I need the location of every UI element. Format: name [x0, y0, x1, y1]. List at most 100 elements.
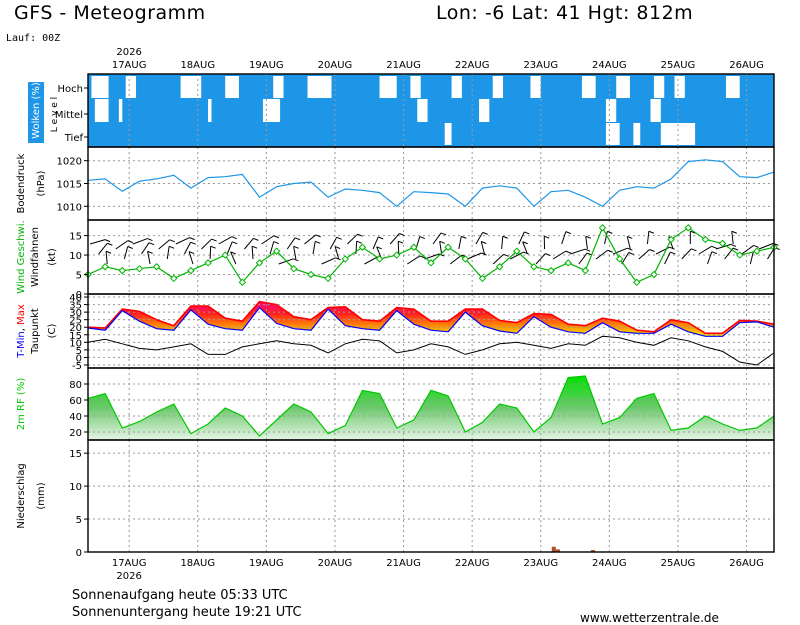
- wind-barb-feather: [293, 258, 299, 262]
- date-label-top: 26AUG: [729, 60, 764, 71]
- y-tick-label: 0: [76, 548, 82, 559]
- wind-barb-feather: [211, 238, 217, 242]
- wind-barbs-axis-label: Windfahnen: [30, 227, 41, 287]
- wind-barb-feather: [315, 240, 321, 244]
- wind-barb-feather: [168, 245, 175, 249]
- date-label-bottom: 26AUG: [729, 558, 764, 569]
- year-label-bottom: 2026: [116, 571, 141, 582]
- date-label-top: 24AUG: [592, 60, 627, 71]
- wind-barb-feather: [565, 231, 572, 235]
- y-tick-label: 40: [69, 412, 82, 423]
- precip-unit-label: (mm): [36, 482, 47, 509]
- y-tick-label: 15: [69, 232, 82, 243]
- wind-barb: [626, 236, 631, 250]
- temperature-unit-label: (C): [47, 324, 58, 339]
- wind-barb: [147, 251, 151, 265]
- cloud-clear-patch: [530, 76, 541, 98]
- y-tick-label: 1020: [57, 157, 82, 168]
- cloud-clear-patch: [208, 99, 212, 122]
- wind-speed-point: [564, 259, 572, 267]
- wind-barb-feather: [731, 230, 737, 234]
- wind-barb-feather: [169, 239, 175, 243]
- wind-speed-point: [581, 266, 590, 275]
- cloud-clear-patch: [444, 123, 452, 145]
- wind-barb-feather: [419, 236, 425, 240]
- y-tick-label: 40: [69, 293, 82, 304]
- wind-barb: [578, 252, 588, 265]
- wind-barb-feather: [461, 235, 467, 239]
- wind-speed-point: [650, 270, 658, 279]
- wind-barb-feather: [107, 242, 113, 246]
- date-label-bottom: 20AUG: [318, 558, 353, 569]
- wind-barb: [570, 248, 586, 255]
- wind-barb: [201, 238, 212, 250]
- wind-barb: [749, 251, 754, 265]
- wind-barb: [123, 246, 129, 260]
- cloud-clear-patch: [262, 99, 281, 122]
- dewpoint-axis-label: Taupunkt: [30, 308, 41, 355]
- dewpoint-line: [87, 335, 775, 366]
- y-tick-label: 10: [69, 251, 82, 262]
- cloud-clear-patch: [125, 76, 137, 98]
- wind-barb-feather: [190, 241, 196, 245]
- wind-barb-feather: [231, 236, 237, 240]
- y-tick-label: 1010: [57, 202, 82, 213]
- wind-speed-point: [118, 266, 127, 275]
- meteogram-chart: HochMittelTiefWolken (%) L e v e l202617A…: [16, 47, 780, 582]
- wind-barb: [269, 241, 275, 255]
- wind-barb: [439, 241, 443, 255]
- wind-barb: [638, 249, 650, 260]
- cloud-clear-patch: [479, 99, 490, 122]
- date-label-bottom: 17AUG: [112, 558, 147, 569]
- cloud-clear-patch: [633, 123, 641, 145]
- wind-barb-feather: [127, 240, 134, 244]
- wind-barb: [321, 257, 336, 265]
- wind-barb-feather: [565, 250, 571, 254]
- wind-barb-feather: [189, 237, 195, 241]
- wind-barb-feather: [691, 248, 697, 252]
- level-axis-label: L e v e l: [50, 97, 60, 132]
- sunrise-text: Sonnenaufgang heute 05:33 UTC: [72, 588, 288, 603]
- wind-speed-axis-label: Wind Geschwi.: [16, 220, 27, 293]
- y-tick-label: 5: [76, 271, 82, 282]
- website-text: www.wetterzentrale.de: [580, 611, 719, 625]
- date-label-bottom: 25AUG: [661, 558, 696, 569]
- cloud-clear-patch: [492, 76, 504, 98]
- y-tick-label: 5: [76, 515, 82, 526]
- wind-barb: [492, 253, 504, 265]
- wind-speed-point: [135, 264, 144, 273]
- y-tick-label: 80: [69, 380, 82, 391]
- wind-barb-feather: [711, 245, 717, 249]
- wind-barb: [158, 239, 171, 250]
- wind-barb-feather: [544, 235, 550, 239]
- wind-speed-point: [101, 263, 109, 271]
- wind-barb: [397, 241, 400, 255]
- cloud-clear-patch: [94, 99, 109, 122]
- wind-barb-feather: [251, 245, 258, 249]
- wind-barb-feather: [210, 245, 216, 249]
- cloud-level-label: Hoch: [58, 84, 83, 95]
- date-label-top: 20AUG: [318, 60, 353, 71]
- date-label-bottom: 21AUG: [386, 558, 421, 569]
- wind-barb: [561, 231, 567, 245]
- pressure-axis-label: Bodendruck: [16, 153, 27, 213]
- wind-barb: [407, 255, 421, 265]
- wind-barb: [209, 246, 212, 260]
- date-label-top: 18AUG: [180, 60, 215, 71]
- wind-barb-feather: [753, 244, 759, 248]
- wind-barb-feather: [127, 246, 133, 249]
- wind-speed-point: [307, 270, 315, 279]
- date-label-top: 17AUG: [112, 60, 147, 71]
- cloud-level-label: Tief: [64, 133, 84, 144]
- wind-unit-label: (kt): [47, 248, 58, 266]
- wind-barb: [449, 254, 463, 265]
- wind-barb: [312, 241, 316, 255]
- cloud-clear-patch: [225, 76, 239, 98]
- pressure-line: [87, 159, 775, 208]
- wind-barb: [251, 246, 254, 260]
- y-tick-label: 15: [69, 449, 82, 460]
- date-label-top: 22AUG: [455, 60, 490, 71]
- date-label-top: 25AUG: [661, 60, 696, 71]
- date-label-top: 23AUG: [523, 60, 558, 71]
- cloud-clear-patch: [605, 123, 620, 145]
